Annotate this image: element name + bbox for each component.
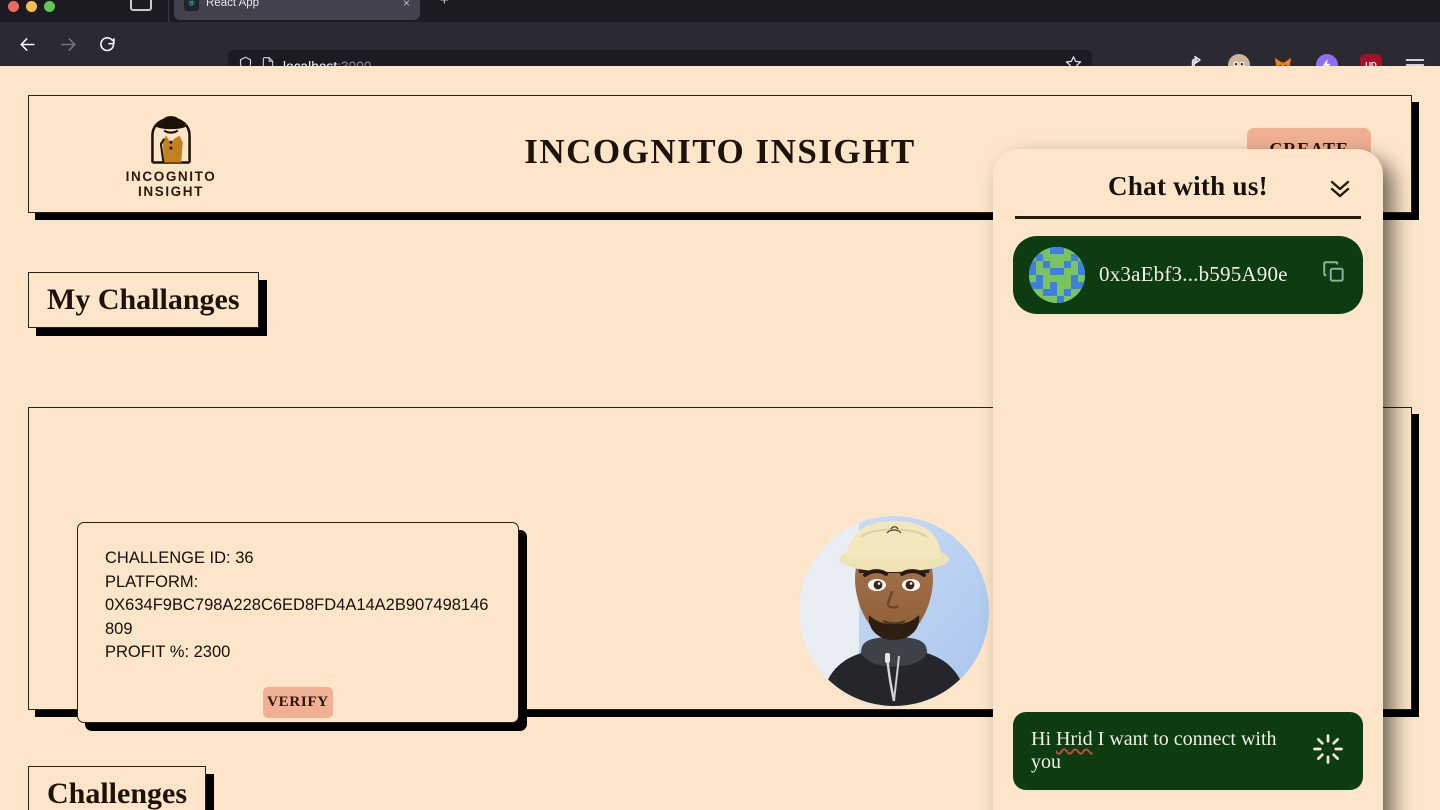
tab-title: React App xyxy=(206,0,260,9)
chat-message-text: Hi Hrid I want to connect with you xyxy=(1031,728,1299,774)
maximize-window-button[interactable] xyxy=(44,0,55,12)
copy-icon[interactable] xyxy=(1321,259,1347,290)
challenges-heading: Challenges xyxy=(28,766,207,810)
user-profile-photo xyxy=(799,511,989,711)
minimize-window-button[interactable] xyxy=(26,0,37,12)
challenge-platform-address: 0X634F9BC798A228C6ED8FD4A14A2B9074981468… xyxy=(105,596,489,638)
page-content: INCOGNITO INSIGHT INCOGNITO INSIGHT CREA… xyxy=(0,66,1440,810)
msg-misspelled-word: Hrid xyxy=(1056,728,1093,750)
close-window-button[interactable] xyxy=(8,0,19,12)
chat-header: Chat with us! xyxy=(993,149,1383,216)
wallet-address-pill[interactable]: 0x3aEbf3...b595A90e xyxy=(1013,235,1363,314)
challenge-id: CHALLENGE ID: 36 xyxy=(105,549,254,567)
chat-body: 0x3aEbf3...b595A90e Hi Hrid I want to co… xyxy=(993,219,1383,810)
blockies-avatar xyxy=(1029,246,1085,303)
tab-divider xyxy=(168,0,169,22)
reload-icon[interactable] xyxy=(96,33,118,55)
challenge-card[interactable]: CHALLENGE ID: 36 PLATFORM: 0X634F9BC798A… xyxy=(77,522,519,723)
challenge-platform-label: PLATFORM: xyxy=(105,572,199,591)
chat-message-bubble[interactable]: Hi Hrid I want to connect with you xyxy=(1013,712,1363,790)
msg-text-before: Hi xyxy=(1031,728,1056,750)
loading-spinner-icon xyxy=(1311,732,1345,771)
forward-icon[interactable] xyxy=(57,33,79,55)
verify-button[interactable]: VERIFY xyxy=(263,686,333,718)
challenge-profit: PROFIT %: 2300 xyxy=(105,643,231,661)
close-icon[interactable]: × xyxy=(403,0,410,10)
logo-wordmark: INCOGNITO INSIGHT xyxy=(125,169,217,199)
chat-title: Chat with us! xyxy=(1108,171,1268,201)
tab-strip: ⚛ React App × + xyxy=(0,0,1440,22)
chat-message-row: Hi Hrid I want to connect with you xyxy=(1013,712,1363,790)
sidebar-toggle-icon[interactable] xyxy=(130,0,152,11)
my-challenges-heading: My Challanges xyxy=(28,272,259,328)
react-icon: ⚛ xyxy=(184,0,199,11)
wallet-address: 0x3aEbf3...b595A90e xyxy=(1099,262,1288,286)
back-icon[interactable] xyxy=(16,33,38,55)
chat-widget: Chat with us! 0x3aEbf3...b595A90e Hi Hri… xyxy=(993,149,1383,810)
double-chevron-down-icon[interactable] xyxy=(1327,177,1353,199)
browser-window: ⚛ React App × + localhost:3000 xyxy=(0,0,1440,810)
browser-tab-react-app[interactable]: ⚛ React App × xyxy=(174,0,420,20)
new-tab-button[interactable]: + xyxy=(440,0,449,9)
window-traffic-lights[interactable] xyxy=(8,0,55,12)
browser-toolbar: localhost:3000 UD xyxy=(0,22,1440,82)
